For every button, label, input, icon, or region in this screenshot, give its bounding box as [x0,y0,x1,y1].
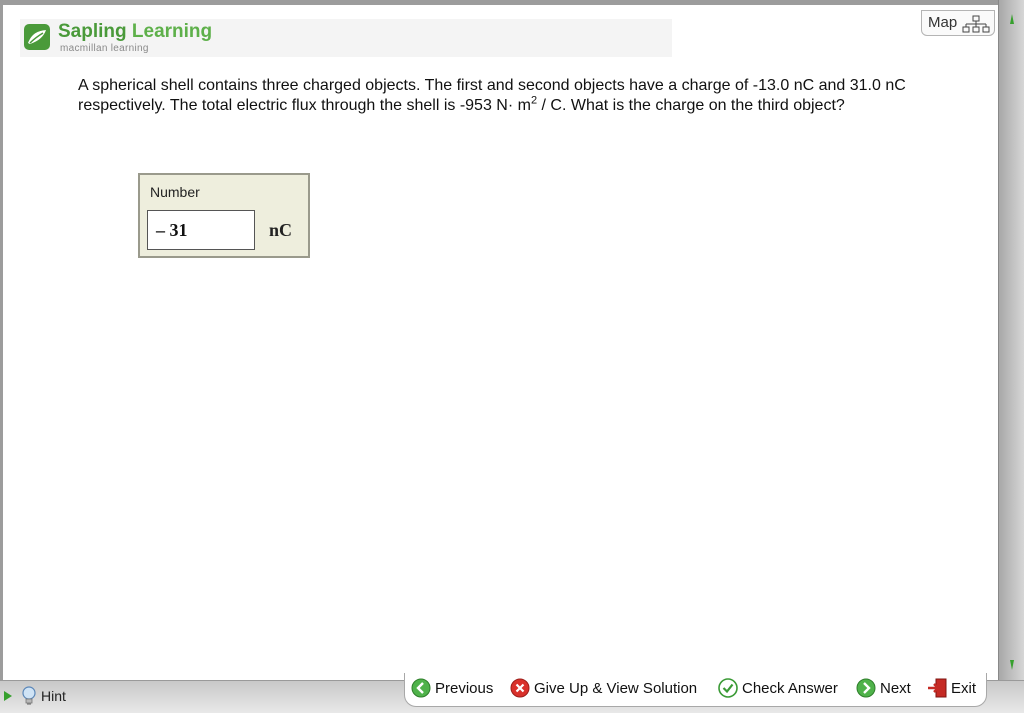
window-left-border [0,0,3,712]
sapling-leaf-icon [24,24,50,50]
brand-name: Sapling Learning [58,21,212,43]
map-button-label: Map [928,14,958,31]
answer-input[interactable]: – 31 [147,210,255,250]
answer-unit: nC [269,220,293,240]
previous-label: Previous [435,680,494,697]
answer-label: Number [150,184,200,200]
map-tree-icon [962,15,990,33]
question-text: A spherical shell contains three charged… [78,76,958,116]
brand-name-first: Sapling [58,21,127,42]
right-scrollbar[interactable] [998,0,1024,680]
check-answer-label: Check Answer [742,680,838,697]
arrow-right-circle-icon [856,678,876,698]
expand-triangle-icon [4,691,12,701]
answer-module: Number – 31 nC [138,173,310,258]
window-top-border [0,0,1024,5]
give-up-label: Give Up & View Solution [534,680,698,697]
next-label: Next [880,680,911,697]
arrow-left-circle-icon [411,678,431,698]
lightbulb-icon [22,686,36,705]
question-text-after: / C. What is the charge on the third obj… [537,97,845,114]
exit-label: Exit [951,680,977,697]
checkmark-circle-icon [718,678,738,698]
brand-name-second: Learning [131,21,213,42]
exit-door-icon [928,678,947,698]
brand-tagline: macmillan learning [60,43,149,54]
x-circle-icon [510,678,530,698]
hint-label: Hint [41,688,66,704]
map-button[interactable]: Map [921,10,995,36]
scroll-up-icon[interactable] [1010,14,1014,24]
scroll-down-icon[interactable] [1010,660,1014,670]
navigation-panel: Previous Give Up & View Solution Check A… [404,673,987,707]
